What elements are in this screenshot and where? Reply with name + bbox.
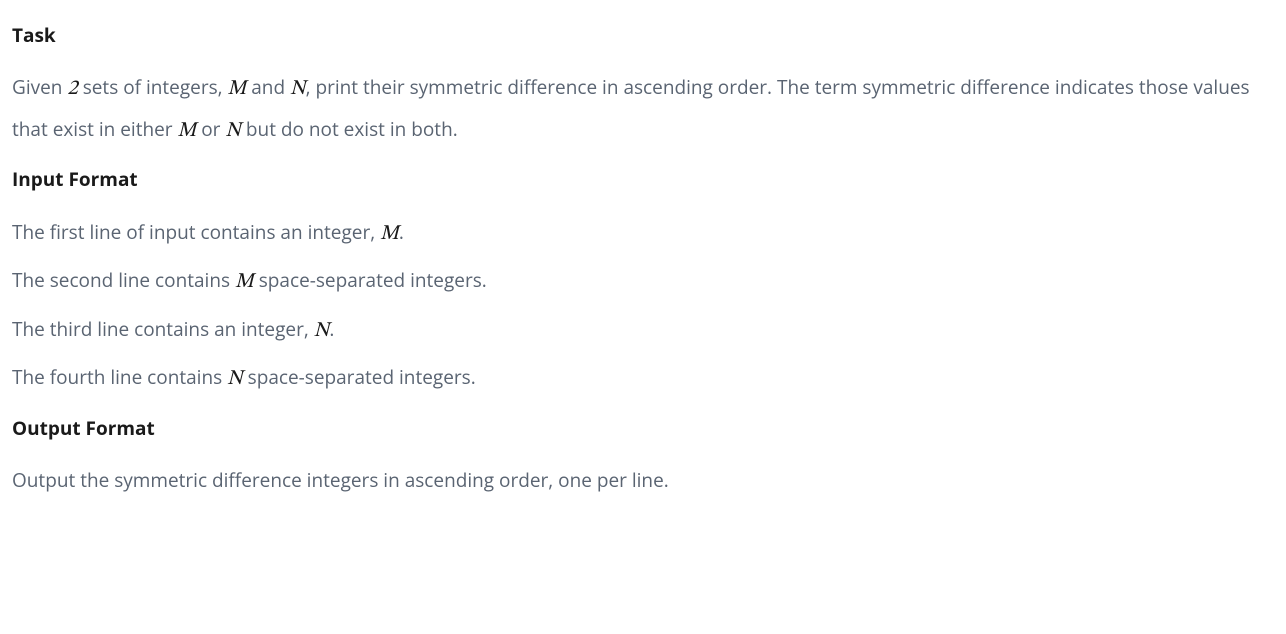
text-fragment: The first line of input contains an inte… xyxy=(12,219,380,245)
math-var-m: M xyxy=(380,223,399,244)
math-var-n: N xyxy=(225,120,241,141)
text-fragment: . xyxy=(329,316,334,342)
input-line-2: The second line contains M space-separat… xyxy=(12,260,1274,304)
task-description: Given 2 sets of integers, M and N, print… xyxy=(12,68,1274,152)
text-fragment: or xyxy=(196,116,225,142)
text-fragment: space-separated integers. xyxy=(254,267,487,293)
task-section: Task Given 2 sets of integers, M and N, … xyxy=(12,18,1274,152)
text-fragment: but do not exist in both. xyxy=(241,116,458,142)
input-line-1: The first line of input contains an inte… xyxy=(12,212,1274,256)
text-fragment: Given xyxy=(12,74,67,100)
math-number-2: 2 xyxy=(67,78,77,99)
task-heading: Task xyxy=(12,18,1274,52)
output-format-section: Output Format Output the symmetric diffe… xyxy=(12,411,1274,499)
text-fragment: . xyxy=(399,219,404,245)
input-line-3: The third line contains an integer, N. xyxy=(12,309,1274,353)
input-line-4: The fourth line contains N space-separat… xyxy=(12,357,1274,401)
math-var-n: N xyxy=(314,320,330,341)
math-var-m: M xyxy=(235,271,254,292)
input-format-lines: The first line of input contains an inte… xyxy=(12,212,1274,400)
text-fragment: The second line contains xyxy=(12,267,235,293)
input-format-heading: Input Format xyxy=(12,162,1274,196)
math-var-n: N xyxy=(290,78,306,99)
text-fragment: space-separated integers. xyxy=(243,364,476,390)
math-var-m: M xyxy=(178,120,197,141)
text-fragment: The third line contains an integer, xyxy=(12,316,314,342)
output-format-description: Output the symmetric difference integers… xyxy=(12,461,1274,499)
text-fragment: sets of integers, xyxy=(78,74,228,100)
text-fragment: The fourth line contains xyxy=(12,364,227,390)
math-var-m: M xyxy=(228,78,247,99)
output-format-heading: Output Format xyxy=(12,411,1274,445)
math-var-n: N xyxy=(227,368,243,389)
input-format-section: Input Format The first line of input con… xyxy=(12,162,1274,401)
text-fragment: and xyxy=(246,74,290,100)
